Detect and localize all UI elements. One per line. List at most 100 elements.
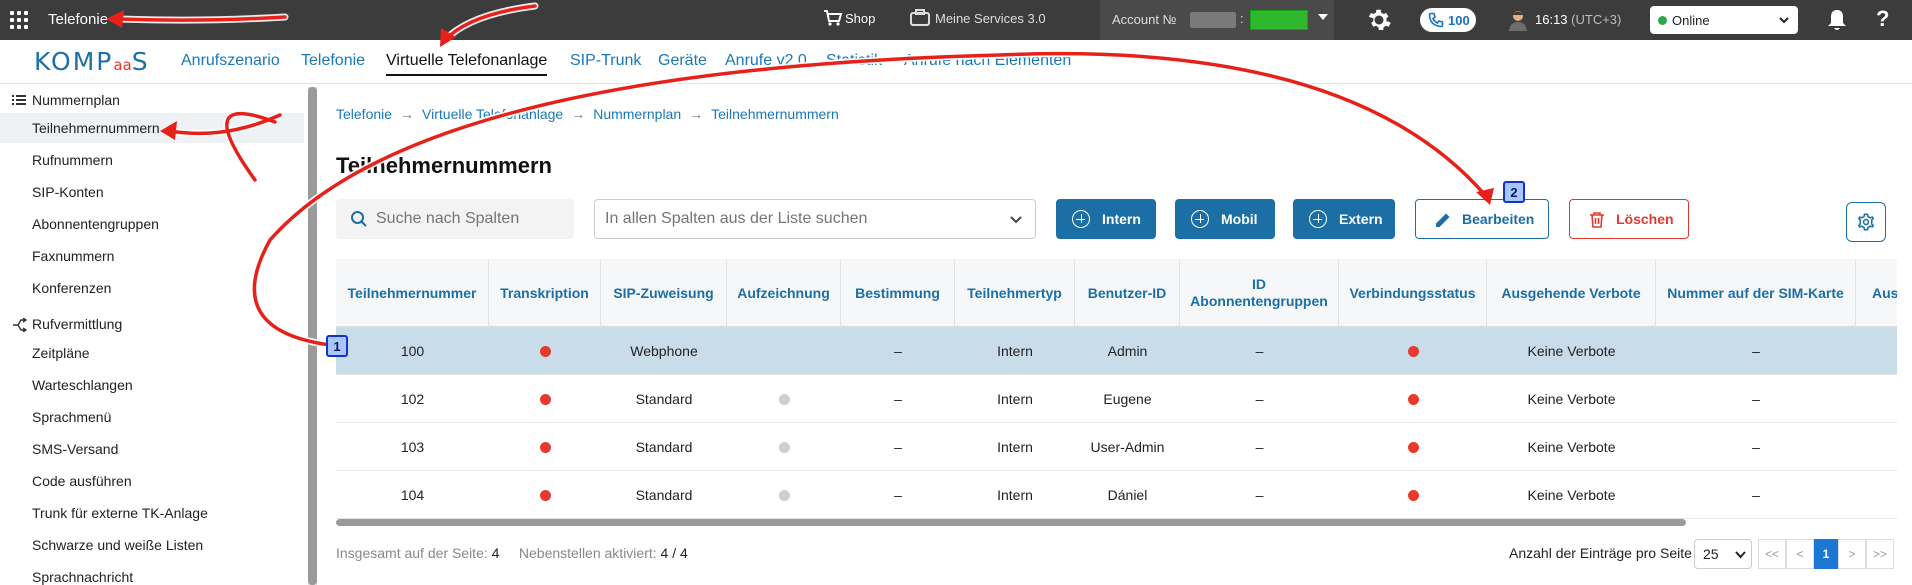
nav-geraete[interactable]: Geräte bbox=[658, 52, 707, 70]
col-header-benutzer-id[interactable]: Benutzer-ID bbox=[1075, 259, 1180, 327]
kompaas-logo[interactable]: KOMPaaS bbox=[34, 47, 150, 76]
sidebar-item-sprachnachricht[interactable]: Sprachnachricht bbox=[0, 562, 304, 585]
col-header-sip-zuweisung[interactable]: SIP-Zuweisung bbox=[601, 259, 727, 327]
cell-user: Admin bbox=[1107, 343, 1148, 359]
table-row[interactable]: 100 Webphone – Intern Admin – Keine Verb… bbox=[336, 327, 1897, 375]
pager-prev[interactable]: < bbox=[1786, 539, 1814, 569]
apps-grid-icon[interactable] bbox=[10, 11, 28, 29]
sidebar-item-teilnehmernummern[interactable]: Teilnehmernummern bbox=[0, 113, 304, 143]
col-header-verbindungsstatus[interactable]: Verbindungsstatus bbox=[1339, 259, 1487, 327]
nav-anrufszenario[interactable]: Anrufszenario bbox=[181, 52, 280, 70]
col-header-sim-nummer[interactable]: Nummer auf der SIM-Karte bbox=[1656, 259, 1856, 327]
user-avatar-icon[interactable] bbox=[1508, 9, 1528, 31]
col-header-aufzeichnung[interactable]: Aufzeichnung bbox=[727, 259, 841, 327]
delete-button[interactable]: Löschen bbox=[1569, 199, 1689, 239]
cell-sim: – bbox=[1752, 391, 1760, 407]
sidebar-scrollbar[interactable] bbox=[308, 87, 317, 585]
account-selector[interactable]: Account № : bbox=[1100, 0, 1334, 40]
col-header-bestimmung[interactable]: Bestimmung bbox=[841, 259, 955, 327]
active-lines-badge[interactable]: 100 bbox=[1420, 8, 1476, 32]
nav-anrufe-v2[interactable]: Anrufe v2.0 bbox=[725, 52, 807, 70]
add-mobil-button[interactable]: Mobil bbox=[1175, 199, 1275, 239]
cell-transcription bbox=[489, 375, 601, 423]
help-icon[interactable]: ? bbox=[1876, 6, 1889, 32]
column-search-input[interactable] bbox=[376, 199, 566, 239]
col-header-ausgehende-verbote[interactable]: Ausgehende Verbote bbox=[1487, 259, 1656, 327]
status-dot-red-icon bbox=[1407, 441, 1419, 453]
table-row[interactable]: 102 Standard – Intern Eugene – Keine Ver… bbox=[336, 375, 1897, 423]
plus-circle-icon bbox=[1072, 210, 1090, 228]
services-icon[interactable] bbox=[910, 9, 930, 27]
pager-next[interactable]: > bbox=[1838, 539, 1866, 569]
cart-icon[interactable] bbox=[823, 9, 843, 27]
breadcrumb-teilnehmernummern[interactable]: Teilnehmernummern bbox=[711, 106, 839, 122]
cell-recording bbox=[727, 327, 841, 375]
nav-telefonie[interactable]: Telefonie bbox=[301, 52, 365, 70]
nav-anrufe-nach-elementen[interactable]: Anrufe nach Elementen bbox=[904, 52, 1071, 70]
nav-statistik[interactable]: Statistik bbox=[826, 52, 882, 70]
per-page-label: Anzahl der Einträge pro Seite bbox=[1509, 545, 1692, 561]
table-horizontal-scrollbar[interactable] bbox=[336, 519, 1686, 526]
sidebar: Nummernplan Teilnehmernummern Rufnummern… bbox=[0, 85, 318, 585]
gear-icon bbox=[1857, 213, 1875, 231]
gear-icon[interactable] bbox=[1366, 7, 1392, 33]
cell-destination: – bbox=[894, 343, 902, 359]
pager-last[interactable]: >> bbox=[1866, 539, 1894, 569]
breadcrumb-nummernplan[interactable]: Nummernplan bbox=[593, 106, 681, 122]
clock-time: 16:13 bbox=[1535, 12, 1568, 27]
app-title[interactable]: Telefonie bbox=[48, 11, 108, 28]
status-dot-red-icon bbox=[1407, 345, 1419, 357]
table-settings-button[interactable] bbox=[1846, 202, 1886, 242]
nav-sip-trunk[interactable]: SIP-Trunk bbox=[570, 52, 641, 70]
sidebar-item-faxnummern[interactable]: Faxnummern bbox=[0, 241, 304, 271]
edit-button[interactable]: Bearbeiten bbox=[1415, 199, 1549, 239]
column-search[interactable] bbox=[336, 199, 574, 239]
pager-page-1[interactable]: 1 bbox=[1814, 539, 1838, 569]
plus-circle-icon bbox=[1191, 210, 1209, 228]
sidebar-item-schwarze-weisse-listen[interactable]: Schwarze und weiße Listen bbox=[0, 530, 304, 560]
list-search[interactable] bbox=[594, 199, 1036, 239]
cell-transcription bbox=[489, 471, 601, 519]
nav-virtuelle-telefonanlage[interactable]: Virtuelle Telefonanlage bbox=[386, 52, 548, 76]
add-intern-button[interactable]: Intern bbox=[1056, 199, 1156, 239]
annotation-badge-2: 2 bbox=[1503, 181, 1525, 203]
sidebar-item-konferenzen[interactable]: Konferenzen bbox=[0, 273, 304, 303]
cell-bans: Keine Verbote bbox=[1527, 343, 1616, 359]
status-dot-red-icon bbox=[1407, 393, 1419, 405]
breadcrumb-telefonie[interactable]: Telefonie bbox=[336, 106, 392, 122]
add-extern-button[interactable]: Extern bbox=[1293, 199, 1395, 239]
sidebar-item-trunk-externe-tk[interactable]: Trunk für externe TK-Anlage bbox=[0, 498, 304, 528]
sidebar-item-warteschlangen[interactable]: Warteschlangen bbox=[0, 370, 304, 400]
sidebar-scrollbar-thumb[interactable] bbox=[308, 87, 317, 585]
sidebar-item-code-ausfuehren[interactable]: Code ausführen bbox=[0, 466, 304, 496]
sidebar-item-abonnentengruppen[interactable]: Abonnentengruppen bbox=[0, 209, 304, 239]
col-header-id-abonnentengruppen[interactable]: ID Abonnentengruppen bbox=[1180, 259, 1339, 327]
sidebar-item-sprachmenue[interactable]: Sprachmenü bbox=[0, 402, 304, 432]
table-row[interactable]: 104 Standard – Intern Dániel – Keine Ver… bbox=[336, 471, 1897, 519]
per-page-select[interactable]: 25 bbox=[1694, 539, 1752, 569]
sidebar-item-zeitplaene[interactable]: Zeitpläne bbox=[0, 338, 304, 368]
bell-icon[interactable] bbox=[1826, 8, 1848, 32]
caret-down-icon[interactable] bbox=[1318, 14, 1328, 20]
col-header-transkription[interactable]: Transkription bbox=[489, 259, 601, 327]
services-link[interactable]: Meine Services 3.0 bbox=[935, 11, 1046, 26]
breadcrumb-virtuelle-telefonanlage[interactable]: Virtuelle Telefonanlage bbox=[422, 106, 563, 122]
extensions-value: 4 / 4 bbox=[660, 545, 688, 561]
chevron-down-icon bbox=[1779, 17, 1789, 24]
sidebar-item-sip-konten[interactable]: SIP-Konten bbox=[0, 177, 304, 207]
shop-link[interactable]: Shop bbox=[845, 11, 875, 26]
col-header-ausgehende[interactable]: Ausg bbox=[1856, 259, 1897, 327]
arrow-right-icon: → bbox=[400, 106, 415, 122]
table-row[interactable]: 103 Standard – Intern User-Admin – Keine… bbox=[336, 423, 1897, 471]
presence-status-select[interactable]: Online bbox=[1650, 6, 1798, 34]
col-header-teilnehmertyp[interactable]: Teilnehmertyp bbox=[955, 259, 1075, 327]
sidebar-item-rufnummern[interactable]: Rufnummern bbox=[0, 145, 304, 175]
total-label: Insgesamt auf der Seite: bbox=[336, 545, 488, 561]
col-header-teilnehmernummer[interactable]: Teilnehmernummer bbox=[336, 259, 489, 327]
cell-sip: Standard bbox=[635, 391, 693, 407]
pager-first[interactable]: << bbox=[1758, 539, 1786, 569]
sidebar-item-sms-versand[interactable]: SMS-Versand bbox=[0, 434, 304, 464]
status-dot-red-icon bbox=[539, 489, 551, 501]
chevron-down-icon[interactable] bbox=[1009, 212, 1023, 226]
list-search-input[interactable] bbox=[605, 200, 995, 238]
